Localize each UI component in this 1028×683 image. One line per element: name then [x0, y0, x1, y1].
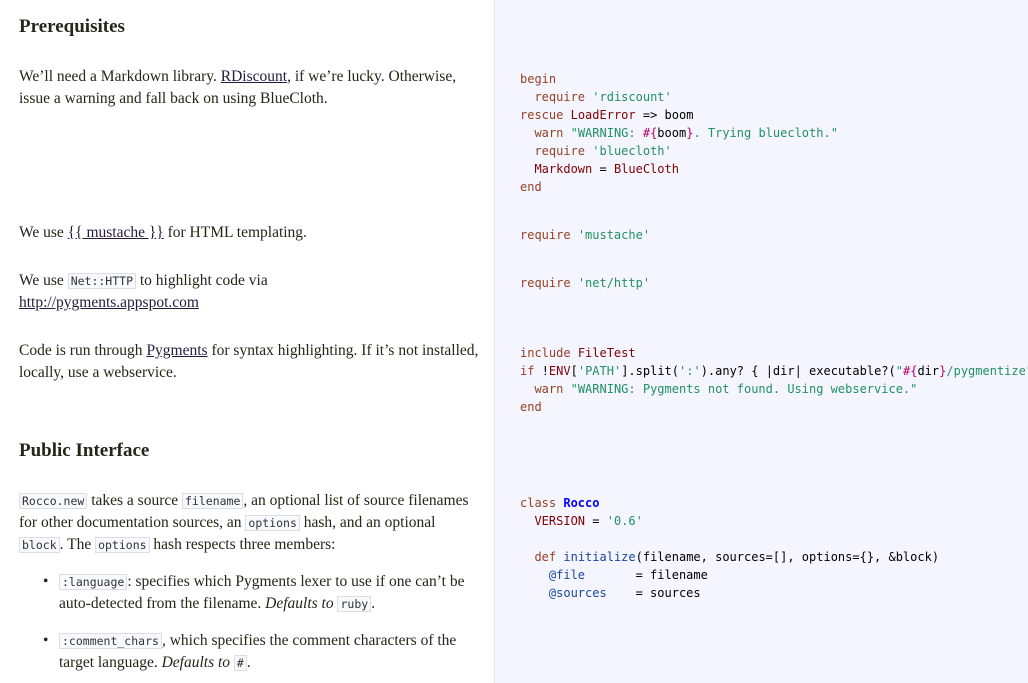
keyword: warn [534, 126, 564, 140]
bullet: • [43, 632, 49, 649]
string: " [895, 364, 903, 378]
code-text: = sources [606, 586, 701, 600]
instance-variable: @sources [548, 586, 607, 600]
interpolation: #{ [903, 364, 918, 378]
string: 'PATH' [577, 364, 622, 378]
code-text: boom [657, 126, 687, 140]
text: We use [19, 224, 68, 241]
code-block-pygments: include FileTest if !ENV['PATH'].split('… [520, 344, 1028, 416]
keyword: require [534, 144, 586, 158]
constant: FileTest [577, 346, 636, 360]
rdiscount-link[interactable]: RDiscount [221, 68, 287, 85]
constant: BlueCloth [613, 162, 679, 176]
keyword: begin [520, 72, 557, 86]
string: 'bluecloth' [592, 144, 672, 158]
text: for HTML templating. [163, 224, 307, 241]
emphasis: Defaults to [161, 654, 231, 671]
pygments-paragraph: Code is run through Pygments for syntax … [19, 340, 479, 384]
class-name: Rocco [563, 496, 600, 510]
code-block-nethttp: require 'net/http' [520, 274, 650, 292]
text: We’ll need a Markdown library. [19, 68, 221, 85]
string: . Trying bluecloth." [693, 126, 838, 140]
text: . [246, 654, 251, 671]
code-text: ! [541, 364, 549, 378]
instance-variable: @file [548, 568, 586, 582]
keyword: class [520, 496, 557, 510]
keyword: def [534, 550, 557, 564]
string: "WARNING: [570, 126, 643, 140]
emphasis: Defaults to [265, 595, 334, 612]
prerequisites-heading: Prerequisites [19, 16, 125, 37]
keyword: require [520, 276, 571, 290]
string: 'rdiscount' [592, 90, 672, 104]
list-item: •:language: specifies which Pygments lex… [43, 571, 479, 615]
keyword: if [520, 364, 535, 378]
code-block-rocco-class: class Rocco VERSION = '0.6' def initiali… [520, 494, 939, 602]
text: takes a source [87, 492, 182, 509]
keyword: end [520, 180, 542, 194]
text: . The [59, 536, 96, 553]
inline-code: options [95, 537, 150, 553]
public-interface-heading: Public Interface [19, 440, 150, 461]
rocco-new-paragraph: Rocco.new takes a source filename, an op… [19, 490, 479, 556]
constant: Markdown [534, 162, 593, 176]
inline-code: block [19, 537, 60, 553]
inline-code: options [245, 515, 300, 531]
pygments-appspot-link[interactable]: http://pygments.appspot.com [19, 294, 199, 311]
bullet: • [43, 573, 49, 590]
docs-panel: Prerequisites We’ll need a Markdown libr… [0, 0, 494, 683]
keyword: rescue [520, 108, 564, 122]
mustache-link[interactable]: {{ mustache }} [68, 224, 164, 241]
list-item: •:comment_chars, which specifies the com… [43, 630, 479, 674]
keyword: require [520, 228, 571, 242]
code-text: [ [570, 364, 578, 378]
text: hash, and an optional [299, 514, 436, 531]
keyword: require [534, 90, 586, 104]
constant: ENV [548, 364, 571, 378]
code-block-markdown: begin require 'rdiscount' rescue LoadErr… [520, 70, 838, 196]
function-name: initialize [563, 550, 636, 564]
string: ':' [679, 364, 701, 378]
inline-code: Net::HTTP [67, 273, 136, 289]
keyword: end [520, 400, 542, 414]
keyword: warn [534, 382, 564, 396]
keyword: include [520, 346, 571, 360]
code-text: = [585, 514, 607, 528]
string: 'net/http' [577, 276, 651, 290]
code-text: ).any? { |dir| executable?( [700, 364, 896, 378]
string: /pygmentize" [946, 364, 1028, 378]
text: . [371, 595, 376, 612]
string: "WARNING: Pygments not found. Using webs… [570, 382, 918, 396]
code-text: dir [917, 364, 940, 378]
constant: LoadError [570, 108, 636, 122]
code-text: = [592, 162, 614, 176]
code-text: (filename, sources=[], options={}, &bloc… [635, 550, 940, 564]
text: hash respects three members: [149, 536, 336, 553]
code-text: ].split( [621, 364, 679, 378]
options-list: •:language: specifies which Pygments lex… [19, 571, 479, 674]
markdown-paragraph: We’ll need a Markdown library. RDiscount… [19, 66, 479, 110]
code-text: => boom [635, 108, 694, 122]
string: 'mustache' [577, 228, 651, 242]
http-paragraph: We use Net::HTTP to highlight code via h… [19, 270, 479, 314]
mustache-paragraph: We use {{ mustache }} for HTML templatin… [19, 222, 479, 244]
inline-code: filename [182, 493, 244, 509]
inline-code: ruby [337, 596, 372, 612]
code-block-mustache: require 'mustache' [520, 226, 650, 244]
pygments-link[interactable]: Pygments [146, 342, 207, 359]
inline-code: Rocco.new [19, 493, 88, 509]
code-text: = filename [585, 568, 708, 582]
text: Code is run through [19, 342, 147, 359]
string: '0.6' [606, 514, 643, 528]
interpolation: #{ [642, 126, 658, 140]
inline-code: # [233, 655, 247, 671]
inline-code: :language [59, 574, 128, 590]
inline-code: :comment_chars [59, 633, 162, 649]
text: We use [19, 272, 68, 289]
constant: VERSION [534, 514, 586, 528]
text: to highlight code via [136, 272, 268, 289]
